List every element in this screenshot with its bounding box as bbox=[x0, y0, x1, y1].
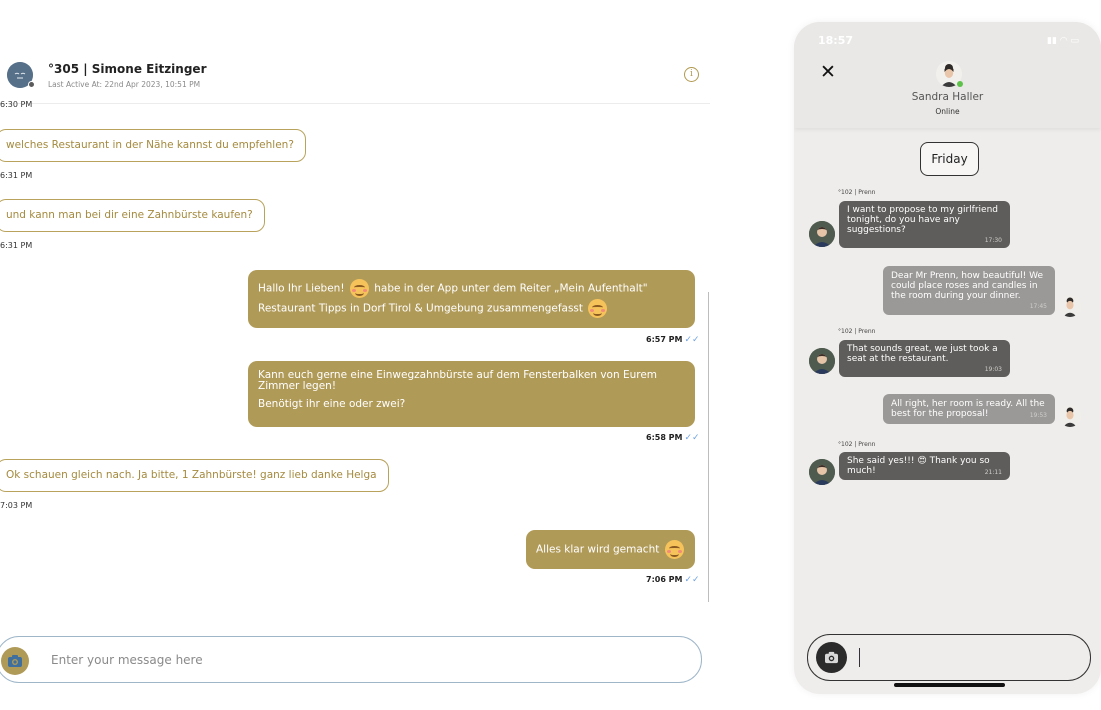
camera-button[interactable] bbox=[816, 642, 847, 673]
contact-name: Sandra Haller bbox=[911, 91, 984, 103]
message-text: Benötigt ihr eine oder zwei? bbox=[258, 398, 406, 410]
sender-label: °102 | Prenn bbox=[838, 441, 876, 448]
message-time: 17:30 bbox=[984, 237, 1002, 244]
staff-avatar bbox=[1059, 295, 1081, 317]
guest-avatar bbox=[809, 348, 835, 374]
message-composer bbox=[0, 636, 702, 683]
message-input[interactable] bbox=[51, 650, 651, 670]
smiling-emoji-icon bbox=[349, 279, 369, 298]
read-receipt-icon: ✓✓ bbox=[684, 335, 700, 345]
message-text: Hallo Ihr Lieben! bbox=[258, 282, 345, 295]
incoming-message: Ok schauen gleich nach. Ja bitte, 1 Zahn… bbox=[0, 459, 389, 492]
phone-chat-header: 18:57 ▮▮ ◠ ▭ ✕ Sandra Haller Online bbox=[794, 22, 1101, 128]
incoming-message: welches Restaurant in der Nähe kannst du… bbox=[0, 129, 306, 162]
incoming-message: That sounds great, we just took a seat at… bbox=[839, 340, 1010, 377]
phone-chat-screen: 18:57 ▮▮ ◠ ▭ ✕ Sandra Haller Online Frid… bbox=[794, 22, 1101, 694]
staff-avatar bbox=[1059, 405, 1081, 427]
outgoing-message: Alles klar wird gemacht bbox=[526, 530, 695, 569]
camera-icon bbox=[8, 655, 22, 667]
home-indicator[interactable] bbox=[894, 683, 1005, 687]
message-time: 6:57 PM ✓✓ bbox=[646, 335, 700, 345]
scrollbar[interactable] bbox=[708, 292, 709, 602]
message-text: Zimmer legen! bbox=[258, 380, 337, 392]
text-cursor[interactable] bbox=[859, 648, 860, 667]
man-avatar-icon bbox=[809, 459, 835, 485]
message-time: 6:58 PM ✓✓ bbox=[646, 433, 700, 443]
message-time: 17:45 bbox=[1029, 303, 1047, 310]
camera-icon bbox=[825, 651, 838, 664]
status-bar-time: 18:57 bbox=[818, 34, 854, 47]
woman-avatar-icon bbox=[1059, 295, 1081, 317]
message-time: 19:03 bbox=[984, 366, 1002, 373]
close-icon[interactable]: ✕ bbox=[820, 63, 836, 82]
status-bar-icons: ▮▮ ◠ ▭ bbox=[1047, 36, 1079, 46]
message-text: habe in der App unter dem Reiter „Mein A… bbox=[374, 282, 648, 295]
contact-status: Online bbox=[935, 107, 960, 116]
message-timestamp: 7:03 PM bbox=[0, 501, 33, 510]
camera-button[interactable] bbox=[1, 647, 29, 675]
message-timestamp: 6:31 PM bbox=[0, 171, 33, 180]
info-icon[interactable]: i bbox=[684, 67, 699, 82]
desktop-chat-window: °305 | Simone Eitzinger Last Active At: … bbox=[0, 0, 715, 710]
incoming-message: I want to propose to my girlfriend tonigh… bbox=[839, 201, 1010, 248]
message-text: Restaurant Tipps in Dorf Tirol & Umgebun… bbox=[258, 302, 584, 315]
outgoing-message: All right, her room is ready. All the bes… bbox=[883, 394, 1055, 424]
outgoing-message: Hallo Ihr Lieben! habe in der App unter … bbox=[248, 270, 695, 328]
day-separator: Friday bbox=[920, 142, 979, 176]
outgoing-message: Kann euch gerne eine Einwegzahnbürste au… bbox=[248, 361, 695, 427]
sender-label: °102 | Prenn bbox=[838, 328, 876, 335]
woman-avatar-icon bbox=[1059, 405, 1081, 427]
message-timestamp: 6:31 PM bbox=[0, 241, 33, 250]
chat-header: °305 | Simone Eitzinger Last Active At: … bbox=[0, 52, 710, 104]
message-time: 7:06 PM ✓✓ bbox=[646, 575, 700, 585]
message-text: Alles klar wird gemacht bbox=[536, 543, 660, 556]
sender-label: °102 | Prenn bbox=[838, 189, 876, 196]
guest-avatar bbox=[809, 221, 835, 247]
last-active-text: Last Active At: 22nd Apr 2023, 10:51 PM bbox=[48, 80, 201, 89]
outgoing-message: Dear Mr Prenn, how beautiful! We could pl… bbox=[883, 266, 1055, 315]
message-timestamp: 6:30 PM bbox=[0, 100, 33, 109]
read-receipt-icon: ✓✓ bbox=[684, 433, 700, 443]
presence-dot bbox=[957, 81, 963, 87]
chat-title: °305 | Simone Eitzinger bbox=[48, 62, 207, 76]
man-avatar-icon bbox=[809, 348, 835, 374]
phone-message-composer bbox=[807, 634, 1091, 681]
guest-avatar bbox=[809, 459, 835, 485]
man-avatar-icon bbox=[809, 221, 835, 247]
smiling-emoji-icon bbox=[664, 540, 684, 559]
incoming-message: She said yes!!! 😍 Thank you so much! 21:1… bbox=[839, 452, 1010, 480]
incoming-message: und kann man bei dir eine Zahnbürste kau… bbox=[0, 199, 265, 232]
presence-dot bbox=[28, 81, 35, 88]
read-receipt-icon: ✓✓ bbox=[684, 575, 700, 585]
smiling-emoji-icon bbox=[588, 299, 608, 318]
